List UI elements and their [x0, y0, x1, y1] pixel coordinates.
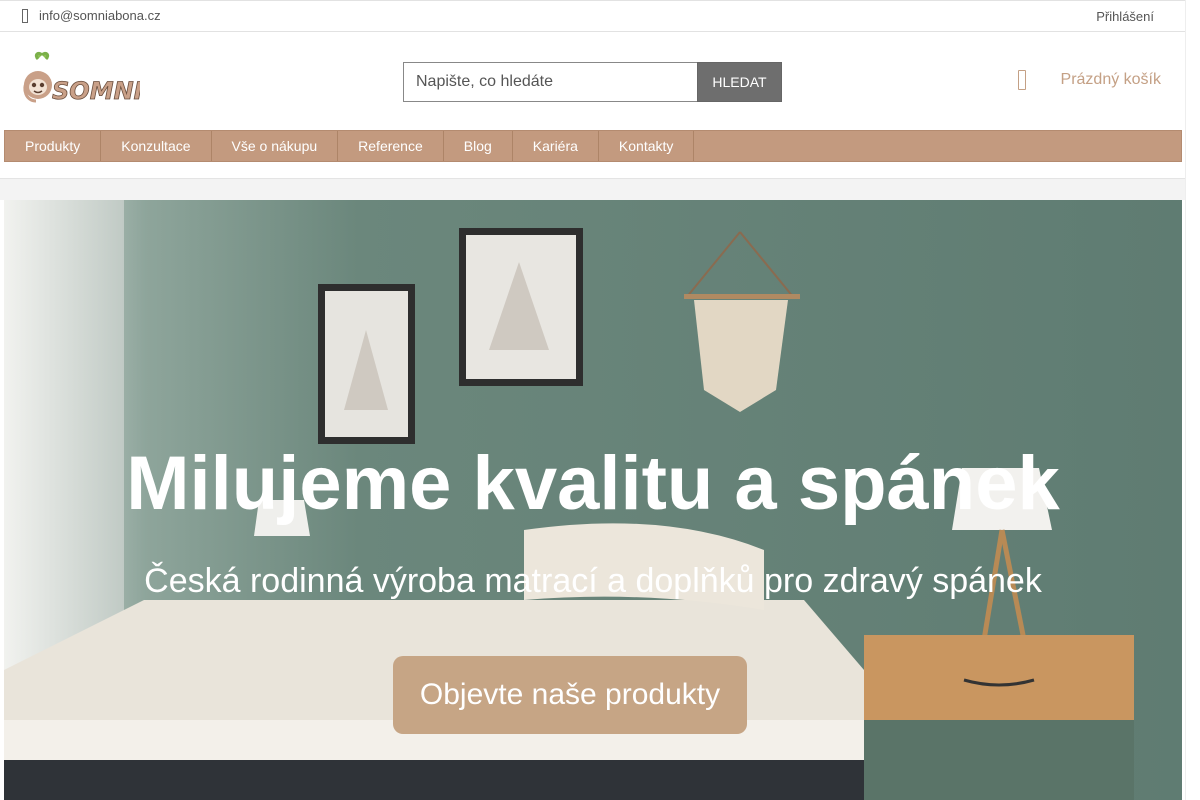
hero-banner: Milujeme kvalitu a spánek Česká rodinná …: [4, 200, 1182, 800]
nav-item-kariera[interactable]: Kariéra: [513, 131, 599, 161]
nav-item-vse-o-nakupu[interactable]: Vše o nákupu: [212, 131, 339, 161]
nav-item-blog[interactable]: Blog: [444, 131, 513, 161]
sloth-logo-icon: SOMNIA: [23, 51, 162, 105]
logo[interactable]: SOMNIA: [22, 51, 162, 113]
envelope-icon: [22, 8, 28, 23]
site-header: SOMNIA HLEDAT Prázdný košík: [0, 32, 1185, 130]
contact-email[interactable]: info@somniabona.cz: [22, 8, 161, 23]
search-form: HLEDAT: [403, 62, 782, 102]
cart-label[interactable]: Prázdný košík: [1061, 71, 1161, 89]
logo-text: SOMNIA: [52, 77, 140, 105]
cart[interactable]: Prázdný košík: [1017, 70, 1161, 90]
nav-item-konzultace[interactable]: Konzultace: [101, 131, 212, 161]
nav-item-reference[interactable]: Reference: [338, 131, 444, 161]
hero-title: Milujeme kvalitu a spánek: [126, 441, 1060, 526]
nav-item-kontakty[interactable]: Kontakty: [599, 131, 695, 161]
nav-item-produkty[interactable]: Produkty: [5, 131, 102, 161]
search-input[interactable]: [403, 62, 697, 102]
main-nav: Produkty Konzultace Vše o nákupu Referen…: [4, 130, 1182, 162]
explore-products-button[interactable]: Objevte naše produkty: [393, 656, 747, 734]
divider-strip: [0, 178, 1185, 200]
page-scrollbar[interactable]: [1185, 0, 1200, 800]
top-bar: info@somniabona.cz Přihlášení: [0, 0, 1185, 32]
cart-icon: [1017, 70, 1026, 90]
email-text[interactable]: info@somniabona.cz: [39, 8, 161, 23]
login-link[interactable]: Přihlášení: [1096, 9, 1154, 24]
hero-subtitle: Česká rodinná výroba matrací a doplňků p…: [144, 562, 1042, 600]
search-button[interactable]: HLEDAT: [697, 62, 782, 102]
